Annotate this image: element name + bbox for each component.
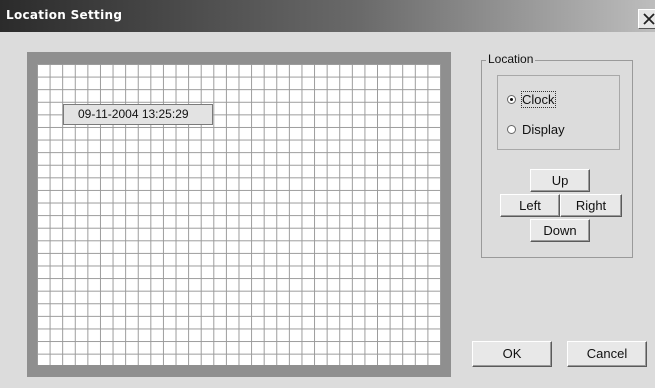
radio-display-indicator[interactable]: [507, 125, 516, 134]
move-down-button[interactable]: Down: [530, 219, 590, 242]
location-group-label: Location: [486, 52, 536, 66]
window-title: Location Setting: [6, 8, 123, 22]
ok-button[interactable]: OK: [472, 341, 552, 367]
location-radio-panel: [497, 75, 620, 150]
cancel-button[interactable]: Cancel: [567, 341, 647, 367]
radio-clock[interactable]: Clock: [507, 91, 556, 108]
radio-display[interactable]: Display: [507, 122, 565, 137]
clock-position-marker[interactable]: 09-11-2004 13:25:29: [63, 104, 213, 125]
radio-clock-label: Clock: [521, 91, 556, 108]
preview-grid[interactable]: 09-11-2004 13:25:29: [37, 64, 441, 365]
close-icon: [643, 13, 655, 25]
move-right-button[interactable]: Right: [560, 194, 622, 217]
move-up-button[interactable]: Up: [530, 169, 590, 192]
move-left-button[interactable]: Left: [500, 194, 560, 217]
radio-clock-indicator[interactable]: [507, 95, 516, 104]
title-bar[interactable]: Location Setting: [0, 0, 655, 32]
close-button[interactable]: [638, 9, 655, 29]
preview-frame: 09-11-2004 13:25:29: [27, 52, 451, 377]
location-setting-dialog: Location Setting 09-11-2004 13:25:29 Loc…: [0, 0, 655, 388]
radio-display-label: Display: [522, 122, 565, 137]
